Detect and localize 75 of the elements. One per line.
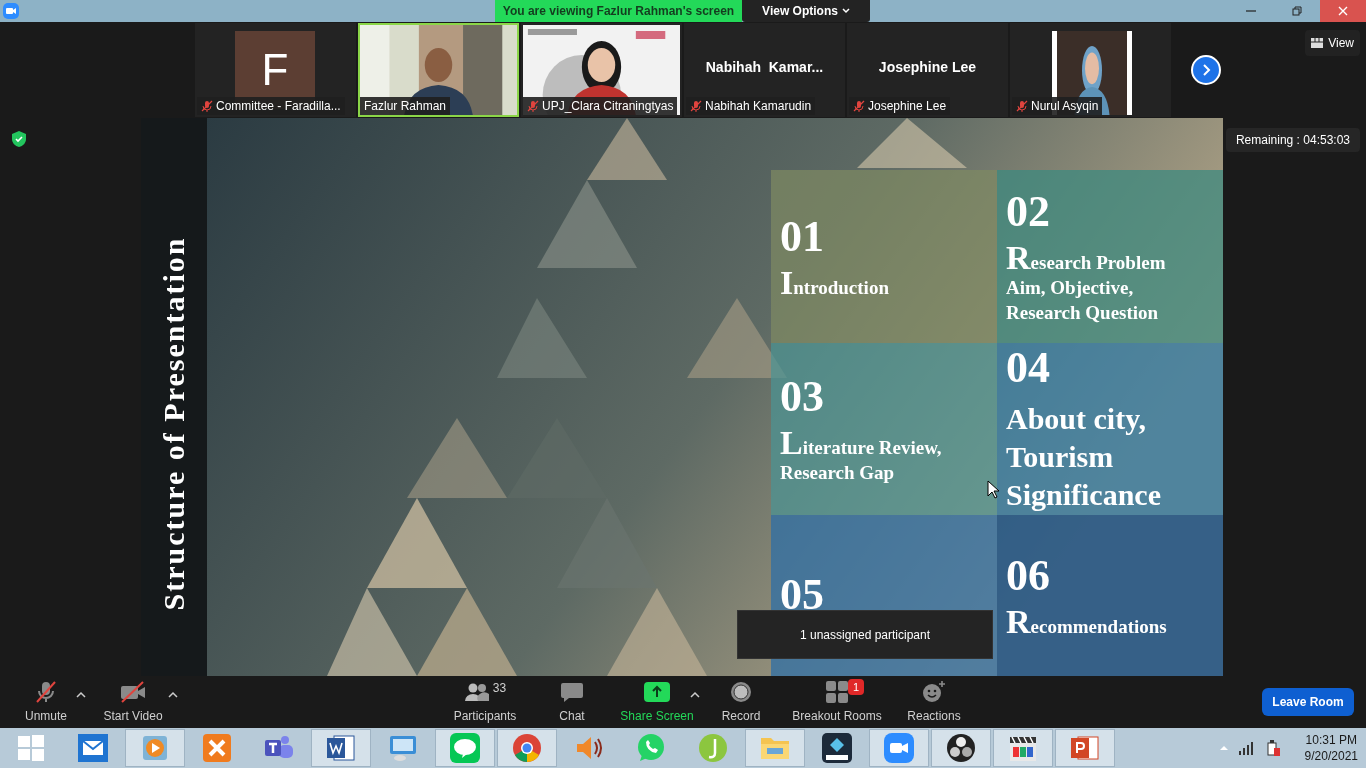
item-heading: Literature Review, Research Gap	[780, 429, 943, 485]
smiley-icon	[922, 680, 946, 704]
view-button[interactable]: View	[1305, 30, 1360, 56]
item-heading: Introduction	[780, 269, 890, 300]
participant-label: UPJ_Clara Citraningtyas	[542, 98, 674, 115]
item-number: 04	[1006, 343, 1051, 393]
close-icon	[1338, 6, 1348, 16]
item-number: 01	[780, 213, 825, 262]
participant-label: Nurul Asyqin	[1031, 98, 1099, 115]
monitor-icon	[388, 734, 418, 762]
app-logo-icon	[3, 3, 19, 19]
browser-icon	[512, 733, 542, 763]
view-options-button[interactable]: View Options	[742, 0, 870, 22]
signal-icon[interactable]	[1238, 741, 1255, 755]
video-camera-icon	[884, 733, 914, 763]
participant-label: Fazlur Rahman	[364, 98, 447, 115]
tooltip: 1 unassigned participant	[737, 610, 993, 659]
leave-room-button[interactable]: Leave Room	[1262, 688, 1354, 716]
play-icon	[141, 734, 169, 762]
speech-bubble-icon	[450, 733, 480, 763]
close-button[interactable]	[1320, 0, 1366, 22]
envelope-icon	[78, 734, 108, 762]
chevron-right-icon	[1201, 64, 1211, 76]
toolbar-button[interactable]: 1 Breakout Rooms	[782, 679, 892, 725]
item-heading: Recommendations	[1006, 608, 1168, 639]
muted-mic-icon	[34, 680, 58, 704]
grid-icon	[826, 681, 848, 703]
taskbar-app[interactable]	[931, 729, 991, 767]
participant-name: Josephine Lee	[877, 58, 978, 77]
remaining-time: Remaining : 04:53:03	[1225, 128, 1360, 152]
phone-bubble-icon	[636, 733, 666, 763]
item-number: 06	[1006, 552, 1051, 601]
clock-date: 9/20/2021	[1304, 748, 1358, 764]
toolbar-button[interactable]: Record	[706, 679, 776, 725]
slide-icon	[1070, 734, 1100, 762]
toolbar-button[interactable]: 33 Participants	[440, 679, 530, 725]
video-off-icon	[119, 680, 147, 704]
participant-label: Nabihah Kamarudin	[705, 98, 812, 115]
toolbar-button[interactable]: Share Screen	[614, 679, 700, 725]
participant-label: Josephine Lee	[868, 98, 947, 115]
document-icon	[326, 734, 356, 762]
restore-icon	[1292, 6, 1302, 16]
toolbar-button[interactable]: Reactions	[898, 679, 970, 725]
grid-icon	[1311, 38, 1324, 48]
battery-icon[interactable]	[1264, 739, 1281, 757]
taskbar-app[interactable]	[311, 729, 371, 767]
caret-up-icon[interactable]	[76, 691, 86, 699]
item-heading: About city, Tourism Significance	[1006, 401, 1162, 514]
participant-name: Nabihah Kamar...	[704, 58, 825, 77]
item-number: 02	[1006, 188, 1051, 237]
item-heading: Research Problem Aim, Objective, Research Question	[1006, 244, 1167, 325]
toolbar-button[interactable]: Chat	[536, 679, 608, 725]
notification-badge: 1	[848, 679, 864, 695]
minimize-icon	[1246, 10, 1256, 12]
toolbar-button[interactable]: Unmute	[6, 679, 86, 725]
toolbar-button[interactable]: Start Video	[88, 679, 178, 725]
caret-up-icon[interactable]	[168, 691, 178, 699]
participant-count: 33	[492, 680, 507, 697]
people-icon	[463, 682, 490, 702]
taskbar-app[interactable]	[993, 729, 1053, 767]
clock[interactable]: 10:31 PM 9/20/2021	[1304, 732, 1358, 764]
record-icon	[729, 680, 753, 704]
windows-logo-icon	[18, 735, 44, 761]
chevron-down-icon	[841, 8, 850, 14]
mouse-cursor-icon	[987, 480, 1000, 499]
speaker-icon	[574, 734, 604, 762]
item-number: 03	[780, 373, 825, 422]
caret-up-icon[interactable]	[690, 691, 700, 699]
next-page-button[interactable]	[1191, 55, 1221, 85]
sharing-banner: You are viewing Fazlur Rahman's screen	[495, 0, 742, 22]
clock-time: 10:31 PM	[1305, 732, 1357, 748]
shield-icon	[12, 131, 26, 147]
slide-vertical-title: Structure of Presentation	[156, 236, 192, 610]
arrow-up-icon	[644, 682, 670, 702]
speech-bubble-icon	[560, 681, 584, 703]
